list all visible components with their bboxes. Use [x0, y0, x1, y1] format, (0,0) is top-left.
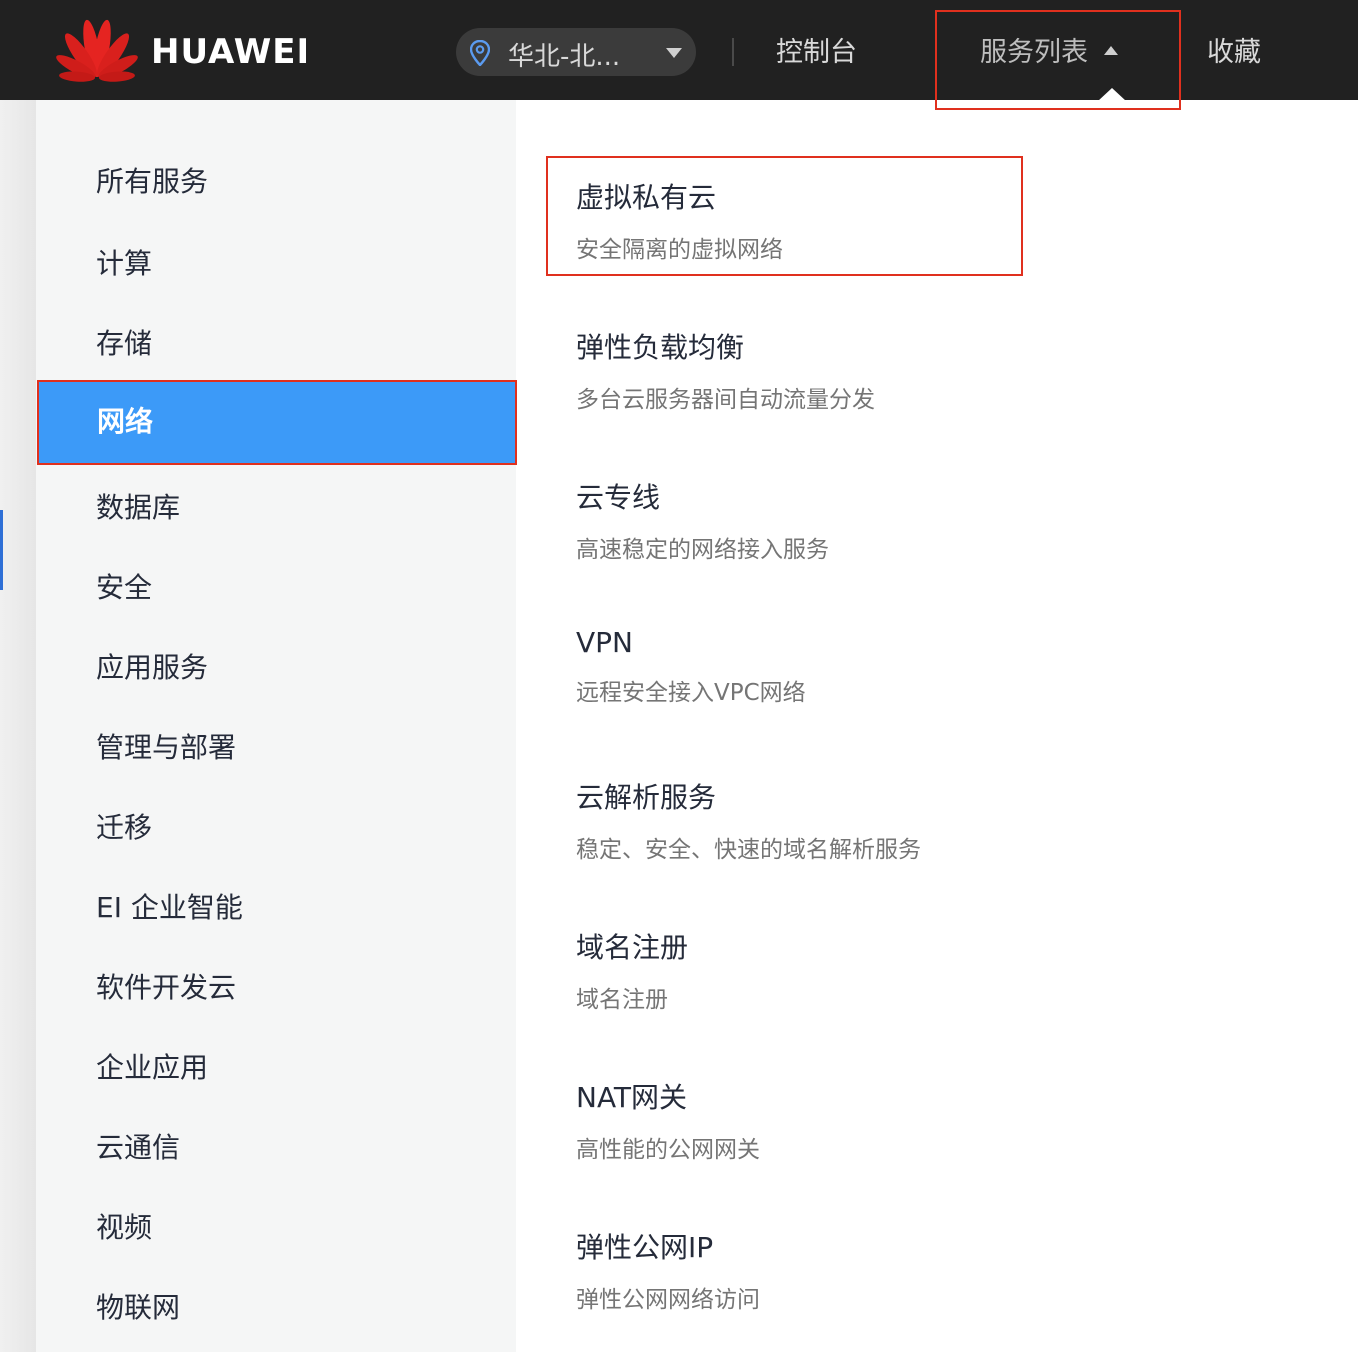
category-label: 应用服务 [96, 651, 209, 684]
region-selector[interactable]: 华北-北... [456, 28, 696, 76]
category-enterprise-apps[interactable]: 企业应用 [36, 1026, 516, 1106]
service-description: 安全隔离的虚拟网络 [576, 237, 783, 263]
category-label: 云通信 [96, 1131, 181, 1164]
category-label: 管理与部署 [96, 731, 237, 764]
region-label: 华北-北... [508, 42, 621, 72]
service-description: 高速稳定的网络接入服务 [576, 537, 829, 563]
category-migration[interactable]: 迁移 [36, 786, 516, 866]
category-label: 存储 [96, 327, 153, 360]
service-list-highlight-box [935, 10, 1181, 110]
background-page-edge [0, 100, 36, 1352]
location-pin-icon [470, 40, 490, 66]
category-all-services[interactable]: 所有服务 [36, 140, 516, 220]
category-sidebar: 所有服务 计算 存储 网络 数据库 安全 应用服务 管理与部署 迁移 EI 企业… [36, 100, 517, 1352]
category-management-deployment[interactable]: 管理与部署 [36, 706, 516, 786]
category-label: 物联网 [96, 1291, 181, 1324]
service-item-vpn[interactable]: VPN 远程安全接入VPC网络 [576, 626, 1176, 707]
service-description: 稳定、安全、快速的域名解析服务 [576, 837, 921, 863]
service-description: 域名注册 [576, 987, 668, 1013]
category-cloud-communication[interactable]: 云通信 [36, 1106, 516, 1186]
service-title: 域名注册 [576, 931, 689, 964]
category-iot[interactable]: 物联网 [36, 1266, 516, 1346]
brand-name: HUAWEI [151, 32, 311, 72]
service-description: 高性能的公网网关 [576, 1137, 760, 1163]
service-title: 弹性公网IP [576, 1231, 714, 1264]
category-database[interactable]: 数据库 [36, 466, 516, 546]
category-label: 计算 [96, 247, 153, 280]
huawei-logo[interactable]: HUAWEI [55, 18, 325, 82]
service-title: 虚拟私有云 [576, 181, 717, 214]
service-description: 多台云服务器间自动流量分发 [576, 387, 875, 413]
category-label: 软件开发云 [96, 971, 237, 1004]
service-item-eip[interactable]: 弹性公网IP 弹性公网网络访问 [576, 1226, 1176, 1314]
category-label: 企业应用 [96, 1051, 209, 1084]
category-label: EI 企业智能 [96, 891, 243, 924]
huawei-flower-icon [56, 19, 138, 82]
service-description: 远程安全接入VPC网络 [576, 680, 806, 706]
service-title: VPN [576, 626, 633, 659]
category-application-services[interactable]: 应用服务 [36, 626, 516, 706]
background-active-marker [0, 510, 3, 590]
service-item-elb[interactable]: 弹性负载均衡 多台云服务器间自动流量分发 [576, 326, 1176, 414]
service-title: NAT网关 [576, 1081, 688, 1114]
category-label: 所有服务 [96, 165, 209, 198]
category-video[interactable]: 视频 [36, 1186, 516, 1266]
service-item-vpc[interactable]: 虚拟私有云 安全隔离的虚拟网络 [576, 176, 1176, 264]
category-network[interactable]: 网络 [37, 380, 517, 465]
category-storage[interactable]: 存储 [36, 302, 516, 382]
console-link[interactable]: 控制台 [776, 30, 857, 69]
service-title: 云专线 [576, 481, 661, 514]
category-label: 安全 [96, 571, 153, 604]
category-devcloud[interactable]: 软件开发云 [36, 946, 516, 1026]
service-title: 云解析服务 [576, 781, 717, 814]
service-item-dns[interactable]: 云解析服务 稳定、安全、快速的域名解析服务 [576, 776, 1176, 864]
category-label: 网络 [97, 405, 154, 438]
service-description: 弹性公网网络访问 [576, 1287, 760, 1313]
category-ei-enterprise-intelligence[interactable]: EI 企业智能 [36, 866, 516, 946]
service-item-nat-gateway[interactable]: NAT网关 高性能的公网网关 [576, 1076, 1176, 1164]
category-label: 视频 [96, 1211, 153, 1244]
service-item-domain-registration[interactable]: 域名注册 域名注册 [576, 926, 1176, 1014]
favorites-link[interactable]: 收藏 [1207, 30, 1261, 69]
header-divider [732, 38, 734, 66]
category-label: 迁移 [96, 811, 153, 844]
service-item-direct-connect[interactable]: 云专线 高速稳定的网络接入服务 [576, 476, 1176, 564]
category-compute[interactable]: 计算 [36, 222, 516, 302]
category-label: 数据库 [96, 491, 181, 524]
category-security[interactable]: 安全 [36, 546, 516, 626]
chevron-down-icon [666, 48, 682, 58]
service-title: 弹性负载均衡 [576, 331, 745, 364]
